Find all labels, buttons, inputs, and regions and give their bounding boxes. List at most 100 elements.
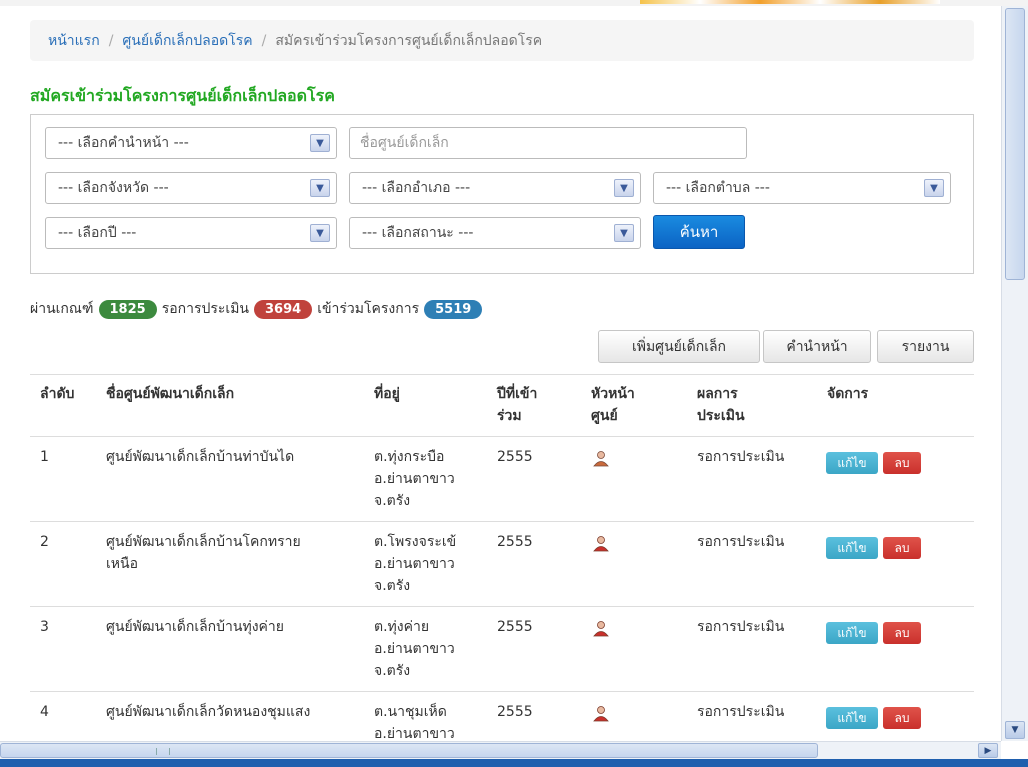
row-name-line2: เหนือ: [106, 556, 138, 572]
row-address-line1: ต.ทุ่งค่าย: [374, 619, 430, 635]
row-name[interactable]: ศูนย์พัฒนาเด็กเล็กวัดหนองชุมแสง: [106, 701, 356, 723]
table-divider: [30, 521, 974, 522]
header-head-line1: หัวหน้า: [591, 386, 635, 402]
row-address: ต.ทุ่งค่าย อ.ย่านตาขาว จ.ตรัง: [374, 616, 455, 682]
district-select[interactable]: --- เลือกอำเภอ --- ▼: [349, 172, 641, 204]
header-result-line1: ผลการ: [697, 386, 738, 402]
row-no: 1: [40, 449, 49, 465]
user-icon[interactable]: [592, 704, 610, 722]
user-icon[interactable]: [592, 449, 610, 467]
horizontal-scrollbar[interactable]: ▶: [0, 741, 1001, 759]
subdistrict-select[interactable]: --- เลือกตำบล --- ▼: [653, 172, 951, 204]
district-select-value: --- เลือกอำเภอ ---: [362, 180, 471, 196]
edit-button[interactable]: แก้ไข: [826, 452, 878, 474]
row-name-line1: ศูนย์พัฒนาเด็กเล็กบ้านทุ่งค่าย: [106, 619, 284, 635]
row-address: ต.นาชุมเห็ด อ.ย่านตาขาว: [374, 701, 455, 738]
chevron-down-icon[interactable]: ▼: [614, 224, 634, 242]
breadcrumb-home-link[interactable]: หน้าแรก: [48, 30, 100, 52]
header-result-line2: ประเมิน: [697, 408, 745, 424]
page-title: สมัครเข้าร่วมโครงการศูนย์เด็กเล็กปลอดโรค: [30, 86, 335, 105]
passed-label: ผ่านเกณฑ์: [30, 301, 94, 317]
chevron-down-icon[interactable]: ▼: [924, 179, 944, 197]
row-no: 2: [40, 534, 49, 550]
scroll-right-arrow-icon[interactable]: ▶: [978, 743, 998, 758]
breadcrumb-separator: /: [108, 32, 114, 49]
taskbar-strip: [0, 759, 1028, 767]
table-divider: [30, 606, 974, 607]
table-divider: [30, 436, 974, 437]
edit-button[interactable]: แก้ไข: [826, 537, 878, 559]
row-result: รอการประเมิน: [697, 534, 785, 550]
row-name[interactable]: ศูนย์พัฒนาเด็กเล็กบ้านทุ่งค่าย: [106, 616, 356, 638]
row-address: ต.โพรงจระเข้ อ.ย่านตาขาว จ.ตรัง: [374, 531, 456, 597]
passed-count-badge: 1825: [98, 299, 157, 319]
row-address-line2: อ.ย่านตาขาว: [374, 471, 455, 487]
row-name-line1: ศูนย์พัฒนาเด็กเล็กบ้านท่าบันได: [106, 449, 295, 465]
center-name-input[interactable]: ชื่อศูนย์เด็กเล็ก: [349, 127, 747, 159]
row-year: 2555: [497, 534, 533, 550]
chevron-down-icon[interactable]: ▼: [614, 179, 634, 197]
delete-button[interactable]: ลบ: [883, 622, 921, 644]
row-name[interactable]: ศูนย์พัฒนาเด็กเล็กบ้านท่าบันได: [106, 446, 356, 468]
prefix-button[interactable]: คำนำหน้า: [763, 330, 871, 363]
prefix-select-value: --- เลือกคำนำหน้า ---: [58, 135, 189, 151]
row-result: รอการประเมิน: [697, 619, 785, 635]
delete-button[interactable]: ลบ: [883, 452, 921, 474]
year-select-value: --- เลือกปี ---: [58, 225, 137, 241]
add-center-button[interactable]: เพิ่มศูนย์เด็กเล็ก: [598, 330, 760, 363]
chevron-down-icon[interactable]: ▼: [310, 224, 330, 242]
pending-label: รอการประเมิน: [161, 301, 249, 317]
row-address-line1: ต.โพรงจระเข้: [374, 534, 457, 550]
joined-label: เข้าร่วมโครงการ: [317, 301, 420, 317]
edit-button[interactable]: แก้ไข: [826, 707, 878, 729]
breadcrumb-separator: /: [261, 32, 267, 49]
year-select[interactable]: --- เลือกปี --- ▼: [45, 217, 337, 249]
subdistrict-select-value: --- เลือกตำบล ---: [666, 180, 770, 196]
row-year: 2555: [497, 619, 533, 635]
row-no: 3: [40, 619, 49, 635]
row-result: รอการประเมิน: [697, 704, 785, 720]
horizontal-scrollbar-thumb[interactable]: [0, 743, 818, 758]
row-name[interactable]: ศูนย์พัฒนาเด็กเล็กบ้านโคกทราย เหนือ: [106, 531, 356, 575]
chevron-down-icon[interactable]: ▼: [310, 134, 330, 152]
breadcrumb: หน้าแรก / ศูนย์เด็กเล็กปลอดโรค / สมัครเข…: [30, 20, 974, 61]
header-year-line1: ปีที่เข้า: [497, 386, 538, 402]
row-no: 4: [40, 704, 49, 720]
header-result: ผลการ ประเมิน: [697, 383, 745, 427]
page-content: หน้าแรก / ศูนย์เด็กเล็กปลอดโรค / สมัครเข…: [10, 6, 995, 738]
delete-button[interactable]: ลบ: [883, 707, 921, 729]
filter-panel: --- เลือกคำนำหน้า --- ▼ ชื่อศูนย์เด็กเล็…: [30, 114, 974, 274]
pending-count-badge: 3694: [254, 299, 313, 319]
province-select[interactable]: --- เลือกจังหวัด --- ▼: [45, 172, 337, 204]
row-address-line1: ต.ทุ่งกระบือ: [374, 449, 445, 465]
breadcrumb-current: สมัครเข้าร่วมโครงการศูนย์เด็กเล็กปลอดโรค: [275, 32, 543, 49]
header-address: ที่อยู่: [374, 386, 400, 402]
row-address-line3: จ.ตรัง: [374, 578, 411, 594]
browser-window: หน้าแรก / ศูนย์เด็กเล็กปลอดโรค / สมัครเข…: [0, 0, 1028, 767]
header-manage: จัดการ: [827, 386, 869, 402]
search-button[interactable]: ค้นหา: [653, 215, 745, 249]
edit-button[interactable]: แก้ไข: [826, 622, 878, 644]
vertical-scrollbar-thumb[interactable]: [1005, 8, 1025, 280]
user-icon[interactable]: [592, 534, 610, 552]
center-name-placeholder: ชื่อศูนย์เด็กเล็ก: [360, 135, 449, 151]
row-name-line1: ศูนย์พัฒนาเด็กเล็กวัดหนองชุมแสง: [106, 704, 311, 720]
scroll-down-arrow-icon[interactable]: ▼: [1005, 721, 1025, 739]
vertical-scrollbar[interactable]: ▼: [1001, 6, 1028, 741]
header-no: ลำดับ: [40, 386, 75, 402]
row-address-line2: อ.ย่านตาขาว: [374, 556, 455, 572]
row-address-line3: จ.ตรัง: [374, 663, 411, 679]
header-name: ชื่อศูนย์พัฒนาเด็กเล็ก: [106, 386, 235, 402]
chevron-down-icon[interactable]: ▼: [310, 179, 330, 197]
header-year-line2: ร่วม: [497, 408, 522, 424]
row-year: 2555: [497, 704, 533, 720]
prefix-select[interactable]: --- เลือกคำนำหน้า --- ▼: [45, 127, 337, 159]
breadcrumb-section-link[interactable]: ศูนย์เด็กเล็กปลอดโรค: [122, 30, 252, 52]
table-divider: [30, 374, 974, 375]
summary-bar: ผ่านเกณฑ์ 1825 รอการประเมิน 3694 เข้าร่ว…: [30, 298, 487, 320]
header-head: หัวหน้า ศูนย์: [591, 383, 635, 427]
report-button[interactable]: รายงาน: [877, 330, 974, 363]
user-icon[interactable]: [592, 619, 610, 637]
status-select[interactable]: --- เลือกสถานะ --- ▼: [349, 217, 641, 249]
delete-button[interactable]: ลบ: [883, 537, 921, 559]
